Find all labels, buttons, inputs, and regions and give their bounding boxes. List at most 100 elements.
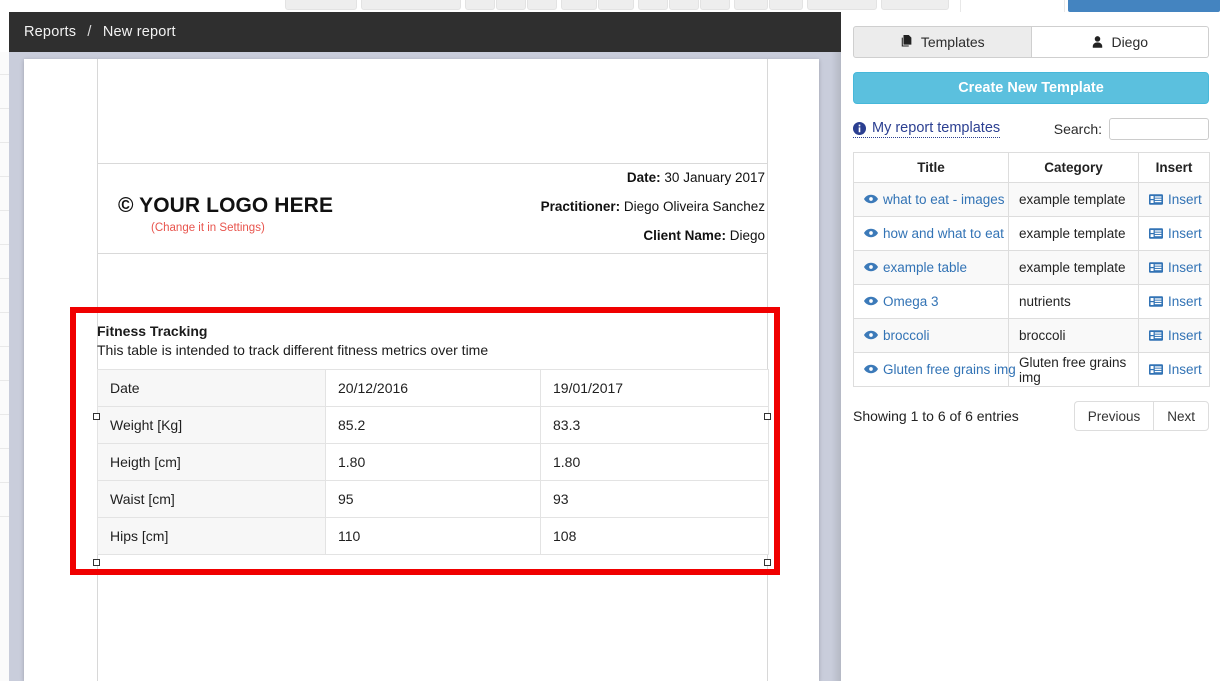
template-category-cell: broccoli	[1008, 318, 1139, 353]
eye-icon	[864, 228, 878, 238]
table-resize-handle-top-left[interactable]	[93, 413, 100, 420]
toolbar-button[interactable]	[527, 0, 557, 10]
table-row[interactable]: Weight [Kg] 85.2 83.3	[97, 406, 769, 444]
template-title-link[interactable]: broccoli	[864, 328, 930, 343]
search-input[interactable]	[1109, 118, 1209, 140]
metric-value-cell[interactable]: 95	[325, 480, 541, 518]
template-insert-cell: Insert	[1138, 318, 1210, 353]
toolbar-group-6	[734, 0, 803, 10]
create-new-template-button[interactable]: Create New Template	[853, 72, 1209, 104]
metric-label-cell[interactable]: Heigth [cm]	[97, 443, 326, 481]
toolbar-button[interactable]	[669, 0, 699, 10]
template-title-link[interactable]: Gluten free grains img	[864, 362, 1016, 377]
table-row[interactable]: Waist [cm] 95 93	[97, 480, 769, 518]
tab-templates-label: Templates	[920, 34, 985, 50]
metric-value-cell[interactable]: 1.80	[325, 443, 541, 481]
metric-value-cell[interactable]: 85.2	[325, 406, 541, 444]
metric-value-cell[interactable]: 19/01/2017	[540, 369, 769, 407]
metric-label-cell[interactable]: Date	[97, 369, 326, 407]
insert-template-button[interactable]: Insert	[1149, 362, 1202, 377]
template-title-cell: Gluten free grains img	[853, 352, 1016, 387]
toolbar-button[interactable]	[285, 0, 357, 10]
toolbar-button[interactable]	[465, 0, 495, 10]
column-header-title[interactable]: Title	[853, 152, 1009, 183]
table-resize-handle-bottom-left[interactable]	[93, 559, 100, 566]
toolbar-button[interactable]	[638, 0, 668, 10]
report-page-sheet[interactable]: © YOUR LOGO HERE (Change it in Settings)…	[24, 59, 819, 681]
insert-template-button[interactable]: Insert	[1149, 294, 1202, 309]
eye-icon	[864, 364, 878, 374]
table-resize-handle-bottom-right[interactable]	[764, 559, 771, 566]
template-title-link[interactable]: example table	[864, 260, 967, 275]
toolbar-button[interactable]	[881, 0, 949, 10]
toolbar-button[interactable]	[361, 0, 461, 10]
pagination: Previous Next	[1073, 401, 1209, 431]
toolbar-group-2	[361, 0, 461, 10]
insert-template-button[interactable]: Insert	[1149, 192, 1202, 207]
pagination-previous[interactable]: Previous	[1073, 401, 1154, 431]
breadcrumb-current: New report	[102, 24, 176, 40]
metric-value-cell[interactable]: 110	[325, 517, 541, 555]
template-category-cell: nutrients	[1008, 284, 1139, 319]
table-row[interactable]: Hips [cm] 110 108	[97, 517, 769, 555]
metric-value-cell[interactable]: 20/12/2016	[325, 369, 541, 407]
report-date-value: 30 January 2017	[664, 170, 765, 185]
breadcrumb-separator: /	[87, 24, 92, 40]
editor-toolbar-strip	[0, 0, 1221, 12]
list-alt-icon	[1149, 329, 1163, 341]
template-category-cell: example template	[1008, 250, 1139, 285]
eye-icon	[864, 262, 878, 272]
metric-value-cell[interactable]: 93	[540, 480, 769, 518]
templates-sidebar: Templates Diego Create New Template My r…	[841, 12, 1221, 681]
toolbar-button[interactable]	[769, 0, 803, 10]
pagination-next[interactable]: Next	[1153, 401, 1209, 431]
table-row[interactable]: Date 20/12/2016 19/01/2017	[97, 369, 769, 407]
metric-label-cell[interactable]: Weight [Kg]	[97, 406, 326, 444]
toolbar-button[interactable]	[807, 0, 877, 10]
column-header-insert[interactable]: Insert	[1138, 152, 1210, 183]
toolbar-group-3	[465, 0, 557, 10]
tab-templates[interactable]: Templates	[853, 26, 1032, 58]
template-title-label: example table	[883, 259, 968, 275]
insert-label: Insert	[1168, 327, 1202, 343]
fitness-tracking-description: This table is intended to track differen…	[97, 342, 489, 358]
breadcrumb-root[interactable]: Reports	[24, 24, 76, 40]
table-row: example table example template Insert	[853, 250, 1210, 285]
template-insert-cell: Insert	[1138, 182, 1210, 217]
template-title-cell: what to eat - images	[853, 182, 1009, 217]
report-client-value: Diego	[729, 228, 765, 243]
report-header-block: © YOUR LOGO HERE (Change it in Settings)…	[97, 163, 768, 254]
top-secondary-button[interactable]	[960, 0, 1065, 12]
metric-value-cell[interactable]: 83.3	[540, 406, 769, 444]
insert-template-button[interactable]: Insert	[1149, 328, 1202, 343]
toolbar-button[interactable]	[700, 0, 730, 10]
top-primary-button[interactable]	[1068, 0, 1220, 12]
metric-value-cell[interactable]: 1.80	[540, 443, 769, 481]
metric-label-cell[interactable]: Waist [cm]	[97, 480, 326, 518]
template-title-label: what to eat - images	[883, 191, 1005, 207]
toolbar-button[interactable]	[561, 0, 597, 10]
column-header-category[interactable]: Category	[1008, 152, 1139, 183]
metric-label-cell[interactable]: Hips [cm]	[97, 517, 326, 555]
fitness-tracking-table[interactable]: Date 20/12/2016 19/01/2017 Weight [Kg] 85.2 8…	[97, 369, 769, 555]
template-title-link[interactable]: what to eat - images	[864, 192, 1005, 207]
toolbar-button[interactable]	[734, 0, 768, 10]
tab-diego-label: Diego	[1111, 34, 1149, 50]
toolbar-button[interactable]	[496, 0, 526, 10]
toolbar-button[interactable]	[598, 0, 634, 10]
app-root: Reports / New report © YOUR LOGO HERE (C…	[0, 0, 1221, 681]
table-row[interactable]: Heigth [cm] 1.80 1.80	[97, 443, 769, 481]
insert-template-button[interactable]: Insert	[1149, 260, 1202, 275]
table-resize-handle-top-right[interactable]	[764, 413, 771, 420]
templates-table: Title Category Insert what to eat - imag…	[853, 152, 1210, 387]
info-circle-icon	[853, 121, 866, 135]
template-insert-cell: Insert	[1138, 352, 1210, 387]
template-title-link[interactable]: how and what to eat	[864, 226, 1004, 241]
tab-diego[interactable]: Diego	[1031, 26, 1209, 58]
user-icon	[1091, 35, 1104, 49]
fitness-tracking-block[interactable]: Fitness Tracking This table is intended …	[97, 323, 769, 555]
insert-template-button[interactable]: Insert	[1149, 226, 1202, 241]
template-title-link[interactable]: Omega 3	[864, 294, 939, 309]
my-report-templates-link[interactable]: My report templates	[853, 120, 1001, 138]
metric-value-cell[interactable]: 108	[540, 517, 769, 555]
